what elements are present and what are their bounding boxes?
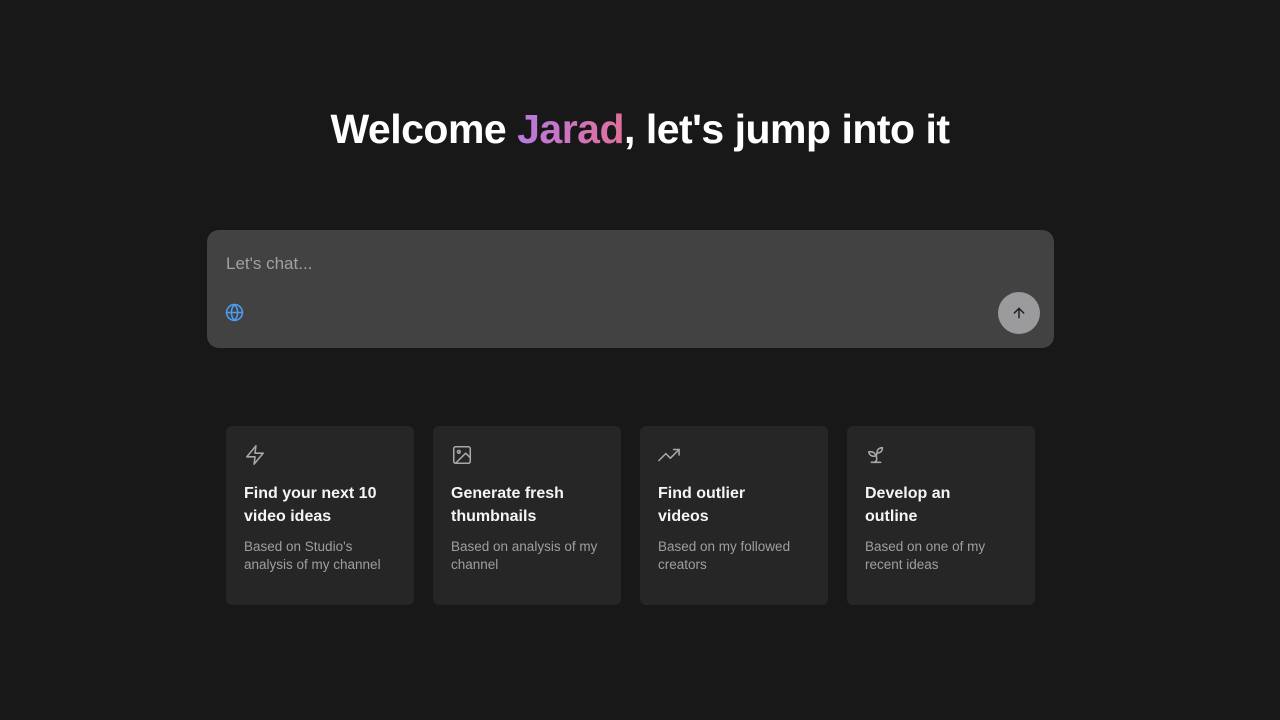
home-page: Welcome Jarad, let's jump into it Find y… xyxy=(0,0,1280,720)
lightning-icon xyxy=(245,445,265,465)
greeting-suffix: , let's jump into it xyxy=(624,106,950,152)
card-title: Develop an outline xyxy=(865,485,951,525)
suggestion-card-thumbnails[interactable]: Generate fresh thumbnails Based on analy… xyxy=(433,426,621,605)
chat-composer xyxy=(207,230,1054,348)
card-description: Based on Studio's analysis of my channel xyxy=(244,539,381,572)
arrow-up-icon xyxy=(1013,307,1025,319)
sprout-icon xyxy=(867,446,884,464)
trending-up-icon xyxy=(658,448,680,462)
card-description: Based on analysis of my channel xyxy=(451,539,598,572)
user-name: Jarad xyxy=(517,106,625,152)
card-description: Based on my followed creators xyxy=(658,539,791,572)
suggestion-card-outline[interactable]: Develop an outline Based on one of my re… xyxy=(847,426,1035,605)
card-title: Generate fresh thumbnails xyxy=(451,485,564,525)
card-title: Find outlier videos xyxy=(658,485,746,525)
globe-icon[interactable] xyxy=(225,303,244,322)
welcome-heading: Welcome Jarad, let's jump into it xyxy=(0,106,1280,153)
card-title: Find your next 10 video ideas xyxy=(244,485,377,525)
image-icon xyxy=(452,445,472,465)
suggestion-card-video-ideas[interactable]: Find your next 10 video ideas Based on S… xyxy=(226,426,414,605)
chat-input[interactable] xyxy=(226,252,986,276)
suggestion-card-outlier-videos[interactable]: Find outlier videos Based on my followed… xyxy=(640,426,828,605)
greeting-prefix: Welcome xyxy=(330,106,518,152)
suggestion-cards: Find your next 10 video ideas Based on S… xyxy=(226,426,1035,605)
card-description: Based on one of my recent ideas xyxy=(865,539,986,572)
send-button[interactable] xyxy=(998,292,1040,334)
